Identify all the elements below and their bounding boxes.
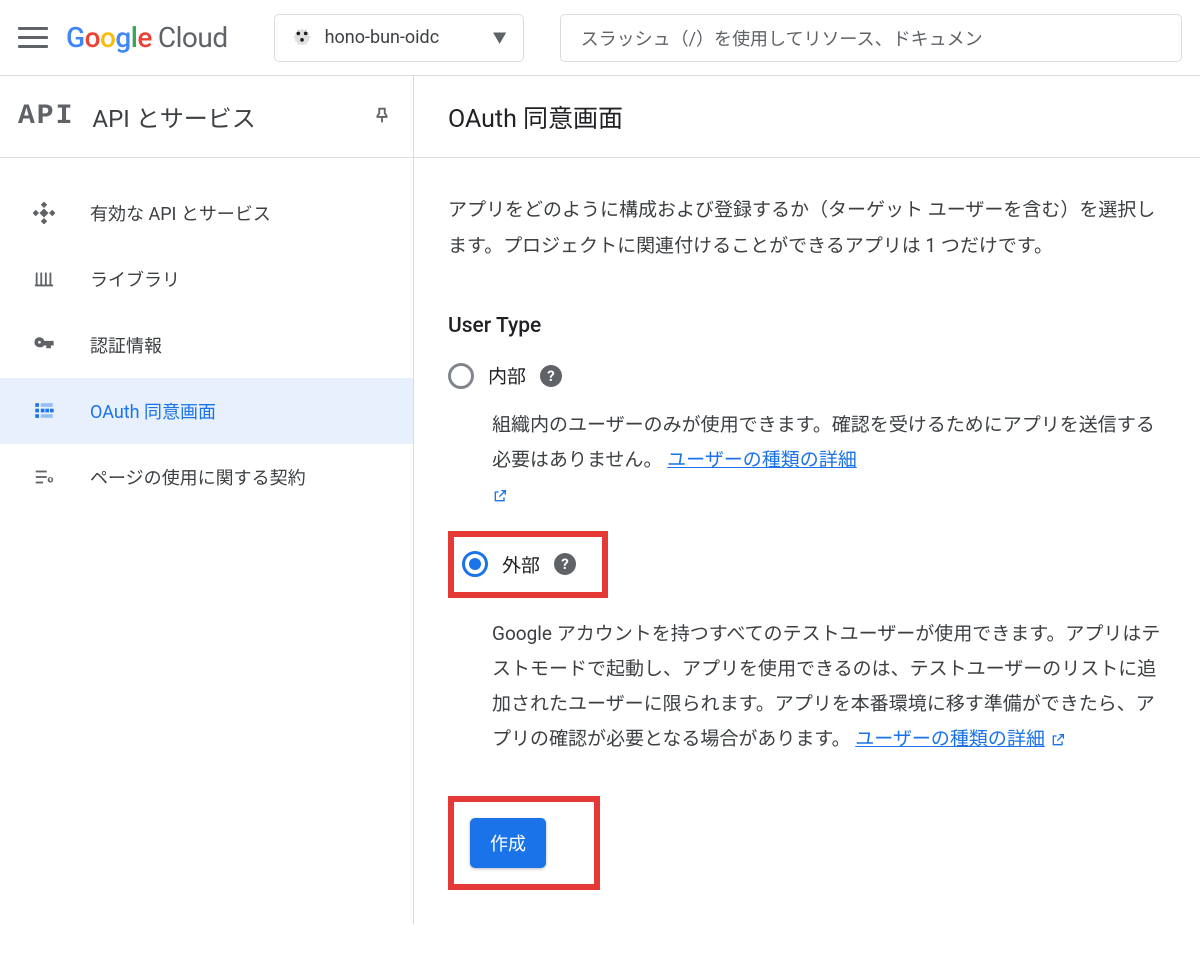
- radio-external-desc: Google アカウントを持つすべてのテストユーザーが使用できます。アプリはテス…: [492, 616, 1166, 757]
- main-description: アプリをどのように構成および登録するか（ターゲット ユーザーを含む）を選択します…: [448, 192, 1166, 264]
- external-link-icon: [492, 483, 508, 506]
- search-placeholder: スラッシュ（/）を使用してリソース、ドキュメン: [581, 25, 983, 51]
- agreement-icon: [32, 465, 56, 489]
- nav-label: 有効な API とサービス: [90, 200, 271, 226]
- top-header: Google Cloud hono-bun-oidc ▼ スラッシュ（/）を使用…: [0, 0, 1200, 76]
- project-name: hono-bun-oidc: [325, 27, 440, 48]
- radio-internal[interactable]: [448, 363, 474, 389]
- logo-cloud-text: Cloud: [158, 21, 228, 54]
- body: 有効な API とサービス ライブラリ 認証情報 OAuth 同意画面 ページの: [0, 158, 1200, 924]
- nav-item-enabled-apis[interactable]: 有効な API とサービス: [0, 180, 413, 246]
- nav-item-oauth-consent[interactable]: OAuth 同意画面: [0, 378, 413, 444]
- api-logo: API: [18, 101, 74, 132]
- project-hex-icon: [291, 27, 313, 49]
- project-selector[interactable]: hono-bun-oidc ▼: [274, 14, 524, 62]
- sub-header: API API とサービス OAuth 同意画面: [0, 76, 1200, 158]
- help-icon[interactable]: ?: [554, 553, 576, 575]
- nav-item-page-usage-agreement[interactable]: ページの使用に関する契約: [0, 444, 413, 510]
- sidebar-title: API とサービス: [92, 99, 371, 134]
- nav-item-library[interactable]: ライブラリ: [0, 246, 413, 312]
- nav-label: ライブラリ: [90, 266, 180, 292]
- google-cloud-logo[interactable]: Google Cloud: [66, 21, 228, 54]
- nav-label: 認証情報: [90, 332, 162, 358]
- help-icon[interactable]: ?: [540, 365, 562, 387]
- pin-icon[interactable]: [371, 105, 395, 129]
- radio-row-external: 外部 ?: [462, 551, 576, 578]
- hamburger-menu-icon[interactable]: [18, 23, 48, 53]
- chevron-down-icon: ▼: [493, 28, 507, 48]
- page-title: OAuth 同意画面: [448, 99, 623, 135]
- user-type-details-link[interactable]: ユーザーの種類の詳細: [855, 727, 1045, 750]
- external-link-icon: [1050, 727, 1066, 750]
- page-header: OAuth 同意画面: [414, 76, 1200, 158]
- main-content: アプリをどのように構成および登録するか（ターゲット ユーザーを含む）を選択します…: [414, 158, 1200, 924]
- nav-item-credentials[interactable]: 認証情報: [0, 312, 413, 378]
- radio-row-internal: 内部 ?: [448, 362, 1166, 389]
- user-type-heading: User Type: [448, 314, 1166, 338]
- create-button[interactable]: 作成: [470, 818, 546, 868]
- consent-icon: [32, 399, 56, 423]
- sidebar-header: API API とサービス: [0, 76, 414, 158]
- key-icon: [32, 333, 56, 357]
- nav-label: ページの使用に関する契約: [90, 464, 306, 490]
- sidebar-nav: 有効な API とサービス ライブラリ 認証情報 OAuth 同意画面 ページの: [0, 158, 414, 924]
- radio-internal-label: 内部: [488, 362, 526, 389]
- api-diamond-icon: [32, 201, 56, 225]
- nav-label: OAuth 同意画面: [90, 398, 216, 424]
- library-icon: [32, 267, 56, 291]
- search-input[interactable]: スラッシュ（/）を使用してリソース、ドキュメン: [560, 14, 1182, 62]
- radio-internal-desc: 組織内のユーザーのみが使用できます。確認を受けるためにアプリを送信する必要はあり…: [492, 407, 1166, 512]
- user-type-details-link[interactable]: ユーザーの種類の詳細: [667, 448, 857, 471]
- radio-external[interactable]: [462, 551, 488, 577]
- highlight-create: 作成: [448, 796, 600, 890]
- highlight-external: 外部 ?: [448, 531, 608, 598]
- radio-external-label: 外部: [502, 551, 540, 578]
